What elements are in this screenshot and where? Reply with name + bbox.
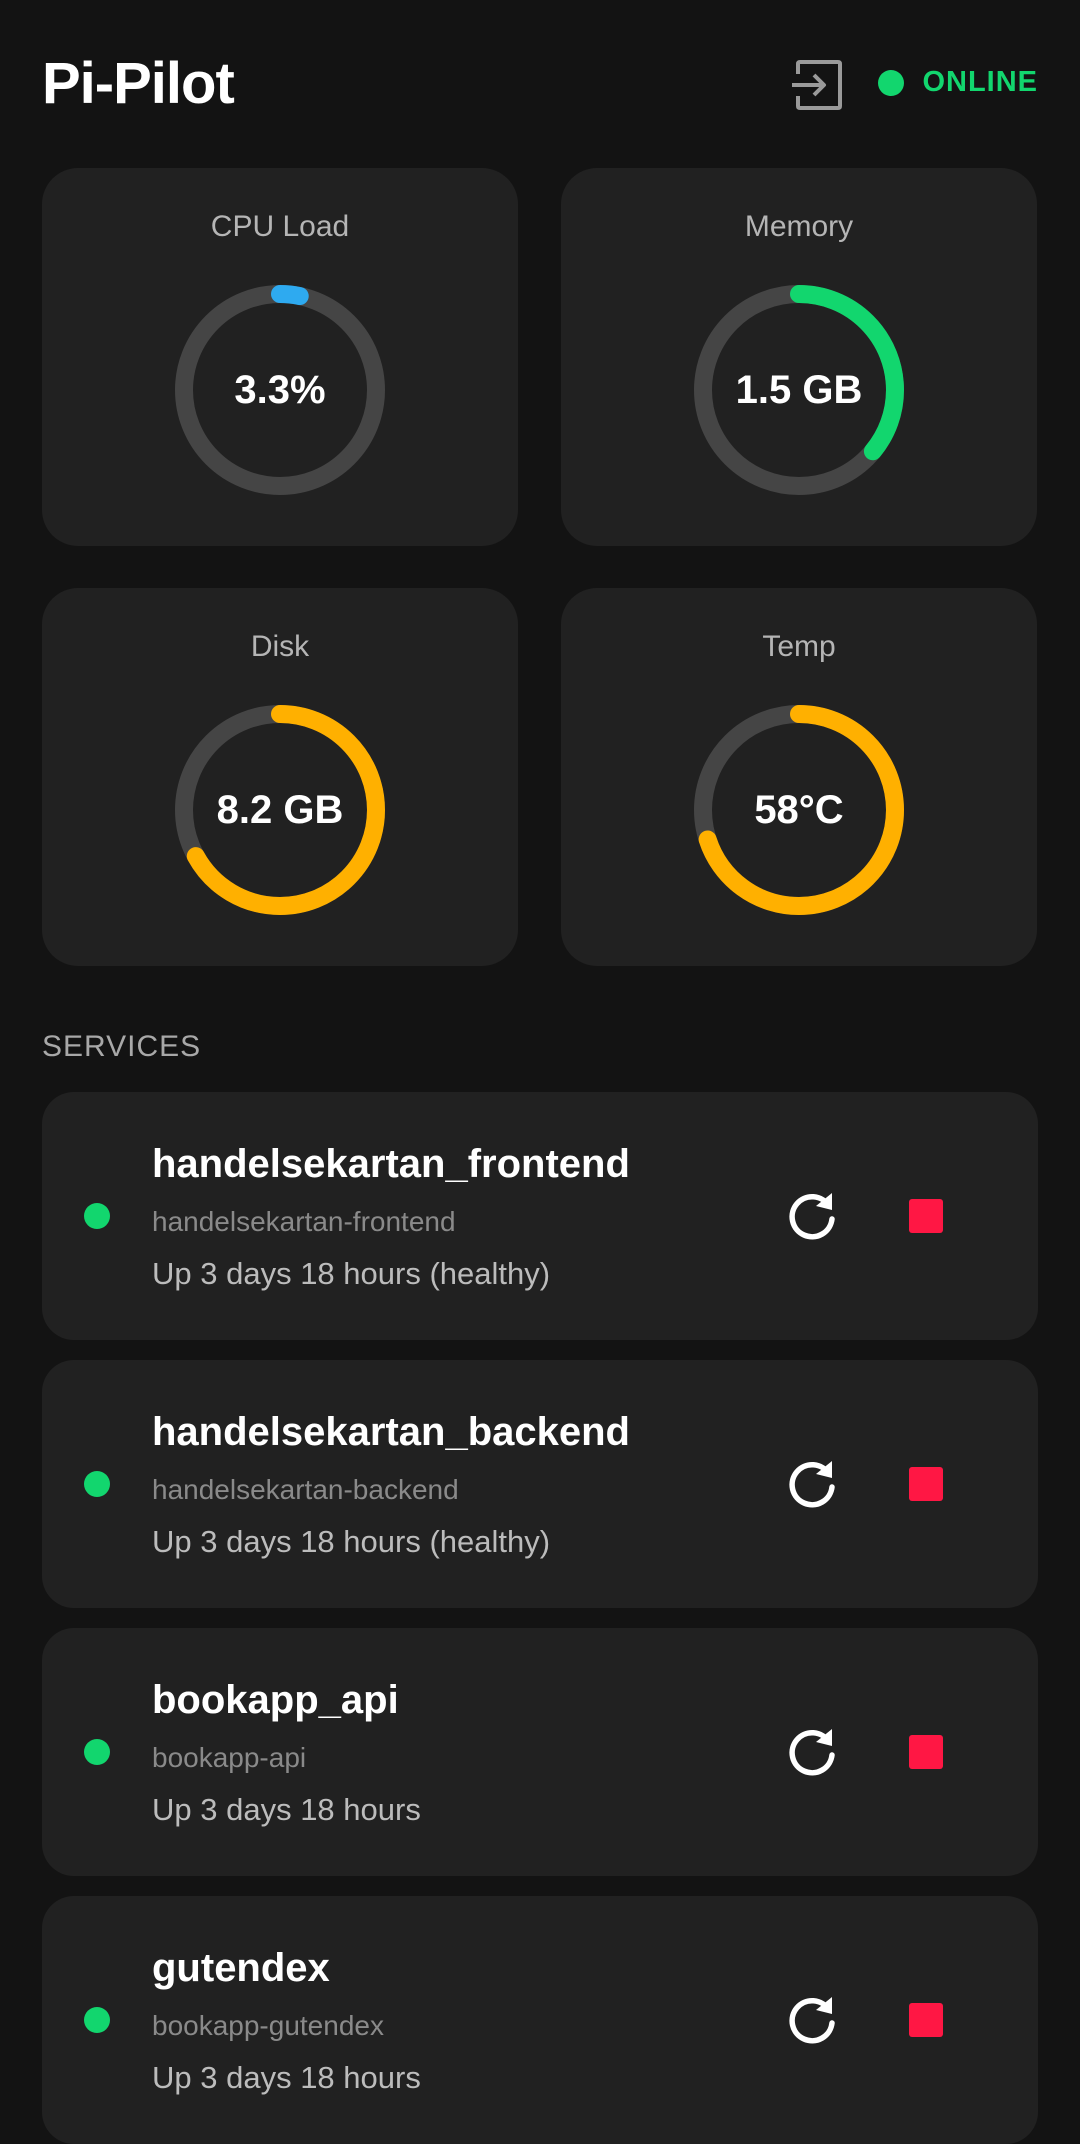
service-card: gutendex bookapp-gutendex Up 3 days 18 h… [42,1896,1038,2144]
service-card: handelsekartan_frontend handelsekartan-f… [42,1092,1038,1340]
restart-icon [789,1461,835,1508]
gauge-value: 1.5 GB [735,368,863,412]
logout-icon[interactable] [790,58,844,112]
stop-icon [909,2003,943,2037]
service-container-name: bookapp-gutendex [152,2010,384,2041]
stop-icon [909,1199,943,1233]
service-container-name: bookapp-api [152,1742,307,1773]
stop-icon [909,1467,943,1501]
gauge-value: 3.3% [234,368,326,412]
restart-button[interactable] [782,1186,842,1246]
service-status: Up 3 days 18 hours [152,2060,421,2095]
service-name: handelsekartan_frontend [152,1142,630,1186]
stop-button[interactable] [902,1996,950,2044]
service-status: Up 3 days 18 hours (healthy) [152,1256,551,1291]
gauge-value: 8.2 GB [216,788,344,832]
service-running-dot [84,1739,110,1765]
app-title: Pi-Pilot [42,51,235,116]
service-status: Up 3 days 18 hours [152,1792,421,1827]
restart-icon [789,1997,835,2044]
service-running-dot [84,1203,110,1229]
gauge-label: Temp [762,630,836,663]
stop-icon [909,1735,943,1769]
cpu-gauge-card: CPU Load 3.3% [42,168,518,546]
gauge-label: Memory [744,210,854,243]
service-running-dot [84,2007,110,2033]
restart-icon [789,1729,835,1776]
stop-button[interactable] [902,1192,950,1240]
restart-button[interactable] [782,1990,842,2050]
service-container-name: handelsekartan-frontend [152,1206,456,1237]
status-dot [878,69,905,96]
service-running-dot [84,1471,110,1497]
memory-gauge-card: Memory 1.5 GB [561,168,1037,546]
service-container-name: handelsekartan-backend [152,1474,459,1505]
services-heading: SERVICES [42,1030,202,1063]
gauge-label: CPU Load [210,210,350,243]
service-name: bookapp_api [152,1678,399,1722]
stop-button[interactable] [902,1460,950,1508]
service-name: gutendex [152,1946,330,1990]
status-label: ONLINE [922,66,1038,98]
service-name: handelsekartan_backend [152,1410,630,1454]
connection-status: ONLINE [878,66,1038,99]
service-card: bookapp_api bookapp-api Up 3 days 18 hou… [42,1628,1038,1876]
disk-gauge-card: Disk 8.2 GB [42,588,518,966]
service-card: handelsekartan_backend handelsekartan-ba… [42,1360,1038,1608]
app-header: Pi-Pilot ONLINE [42,40,1038,130]
stop-button[interactable] [902,1728,950,1776]
restart-button[interactable] [782,1454,842,1514]
gauge-value: 58°C [754,788,844,832]
restart-button[interactable] [782,1722,842,1782]
temp-gauge-card: Temp 58°C [561,588,1037,966]
service-status: Up 3 days 18 hours (healthy) [152,1524,551,1559]
restart-icon [789,1193,835,1240]
gauge-label: Disk [250,630,310,663]
